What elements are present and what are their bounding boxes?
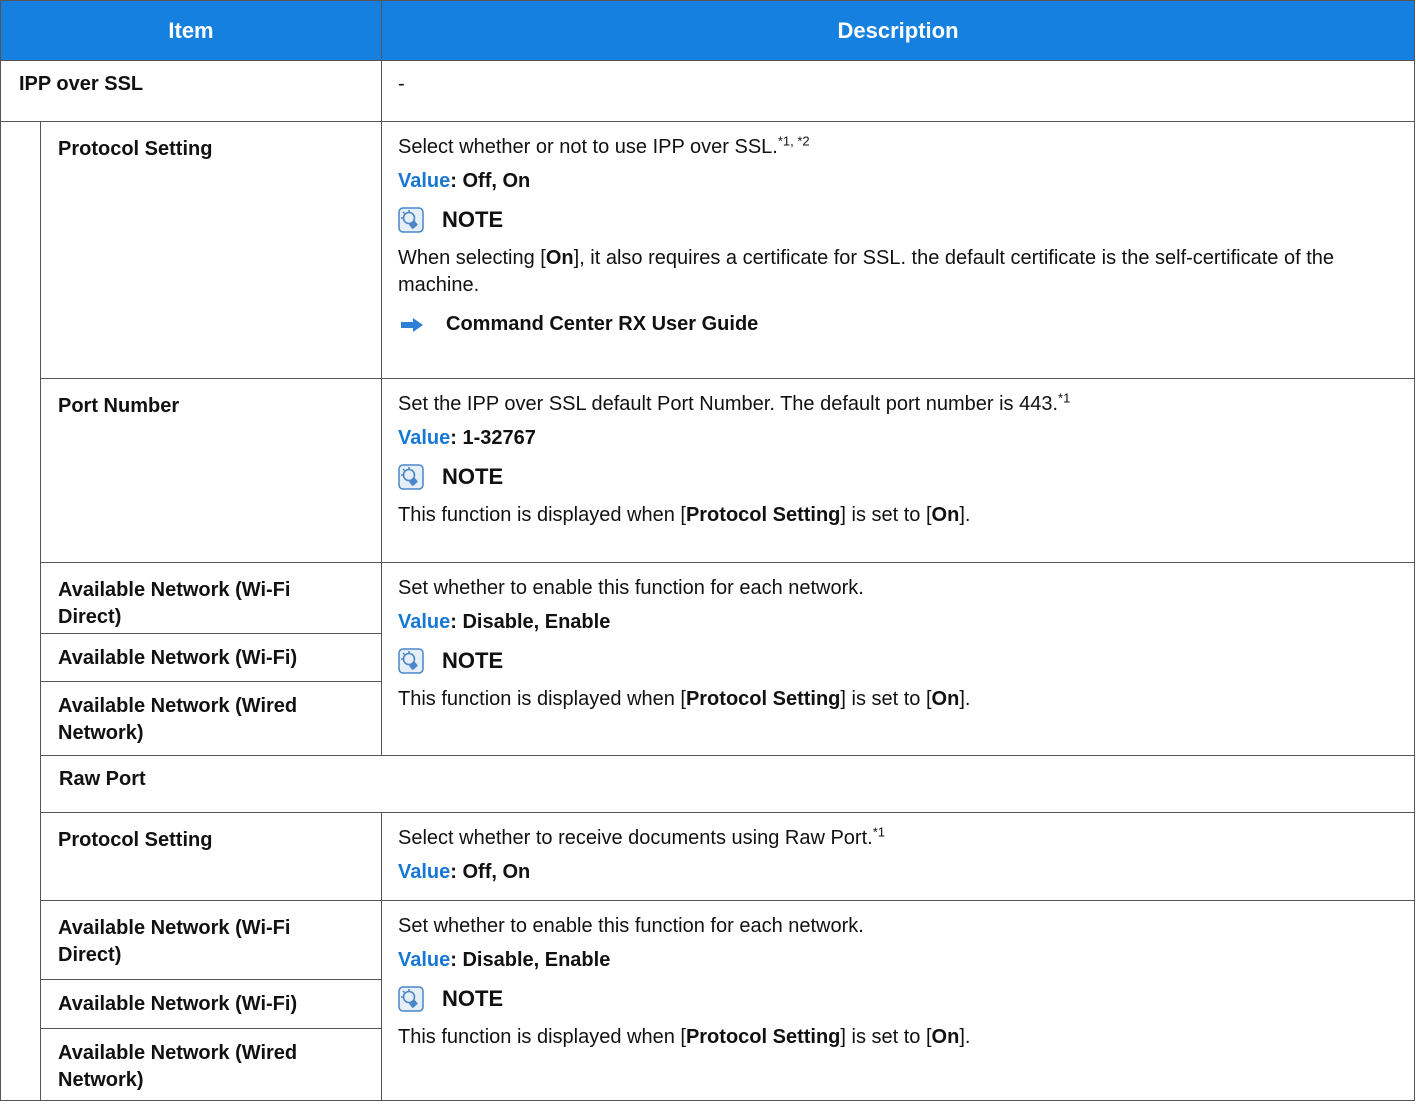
note-lightbulb-icon [398,986,424,1012]
item-description: Set the IPP over SSL default Port Number… [382,379,1414,541]
reference-link[interactable]: Command Center RX User Guide [398,313,1414,336]
row-ipp-network-wifi-direct: Available Network (Wi-Fi Direct) Set whe… [1,562,1415,756]
note-heading: NOTE [398,207,1414,233]
note-text: When selecting [On], it also requires a … [398,247,1334,296]
note-lightbulb-icon [398,207,424,233]
settings-table: Item Description IPP over SSL - Protocol… [0,0,1415,1101]
note-text: This function is displayed when [Protoco… [398,688,971,710]
item-label: Available Network (Wi-Fi Direct) [58,917,291,966]
row-ipp-protocol-setting: Protocol Setting Select whether or not t… [0,121,1415,813]
row-raw-protocol-setting: Protocol Setting Select whether to recei… [0,812,1415,1101]
description-column-header: Description [381,0,1415,61]
note-lightbulb-icon [398,648,424,674]
row-raw-network-wifi-direct: Available Network (Wi-Fi Direct) Set whe… [1,900,1415,1101]
arrow-right-icon [401,317,423,332]
item-label: Available Network (Wi-Fi) [58,647,298,669]
section-description: - [398,73,405,95]
item-description: Set whether to enable this function for … [382,901,1414,1063]
note-lightbulb-icon [398,464,424,490]
value-line: Value: Off, On [398,170,531,192]
item-description: Select whether or not to use IPP over SS… [382,122,1414,348]
note-heading: NOTE [398,986,1414,1012]
item-label: Available Network (Wi-Fi Direct) [58,579,291,628]
item-label: Protocol Setting [58,829,213,851]
row-ipp-port-number: Port Number Set the IPP over SSL default… [1,378,1415,563]
note-text: This function is displayed when [Protoco… [398,1026,971,1048]
value-line: Value: Disable, Enable [398,949,611,971]
note-heading: NOTE [398,648,1414,674]
note-heading: NOTE [398,464,1414,490]
section-title: Raw Port [59,768,146,790]
item-column-header: Item [0,0,382,61]
item-label: Protocol Setting [58,138,213,160]
section-title: IPP over SSL [19,73,144,95]
item-label: Available Network (Wi-Fi) [58,993,298,1015]
item-label: Available Network (Wired Network) [58,1042,298,1091]
item-description: Set whether to enable this function for … [382,563,1414,725]
value-line: Value: 1-32767 [398,427,536,449]
item-label: Available Network (Wired Network) [58,695,298,744]
value-line: Value: Off, On [398,861,531,883]
value-line: Value: Disable, Enable [398,611,611,633]
section-row-ipp-over-ssl: IPP over SSL - [0,60,1415,122]
item-description: Select whether to receive documents usin… [382,813,1414,896]
note-text: This function is displayed when [Protoco… [398,504,971,526]
item-label: Port Number [58,395,180,417]
section-row-raw-port: Raw Port - [1,755,1415,813]
